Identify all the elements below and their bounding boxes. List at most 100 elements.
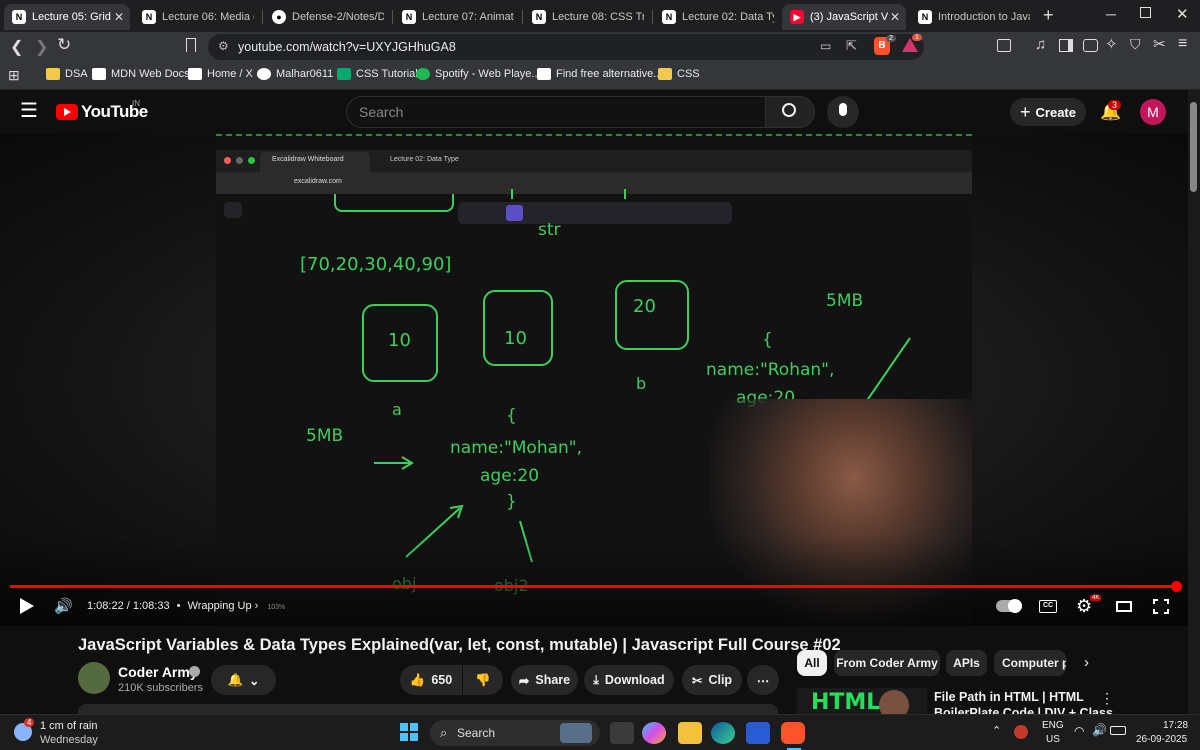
chevron-right-icon[interactable]: › — [1084, 654, 1089, 671]
bookmark-x[interactable]: Home / X — [188, 68, 253, 80]
tab-github[interactable]: ● Defense-2/Notes/Day — [264, 4, 390, 30]
close-icon[interactable]: ✕ — [890, 10, 900, 24]
wifi-icon[interactable]: ◠ — [1074, 724, 1084, 738]
bookmark-dsa[interactable]: DSA — [46, 68, 88, 80]
store-icon[interactable] — [746, 722, 770, 744]
bookmark-github[interactable]: Malhar0611 — [257, 68, 333, 80]
theater-mode-icon[interactable] — [1116, 601, 1132, 612]
close-icon[interactable]: ✕ — [114, 10, 124, 24]
channel-avatar[interactable] — [78, 662, 110, 694]
clip-button[interactable]: ✂ Clip — [682, 665, 742, 695]
progress-bar[interactable] — [10, 585, 1176, 588]
account-avatar[interactable]: M — [1140, 99, 1166, 125]
screenshot-icon[interactable] — [997, 39, 1011, 52]
battery-icon[interactable] — [1110, 726, 1126, 735]
tab-lecture-02[interactable]: N Lecture 02: Data Type — [654, 4, 780, 30]
bookmark-icon[interactable] — [186, 38, 196, 52]
menu-icon[interactable]: ≡ — [1178, 35, 1187, 53]
like-button[interactable]: 👍 650 — [400, 665, 462, 695]
more-actions-button[interactable]: ⋯ — [747, 665, 779, 695]
page-scrollbar[interactable] — [1188, 90, 1200, 714]
bookmark-find-free[interactable]: Find free alternative... — [537, 68, 662, 80]
play-icon[interactable] — [20, 598, 34, 614]
tab-lecture-07[interactable]: N Lecture 07: Animation — [394, 4, 520, 30]
edge-icon[interactable] — [711, 722, 735, 744]
fullscreen-icon[interactable] — [1152, 598, 1170, 615]
search-icon — [782, 103, 796, 117]
file-explorer-icon[interactable] — [678, 722, 702, 744]
clock-time[interactable]: 17:28 — [1163, 720, 1188, 731]
bookmark-spotify[interactable]: Spotify - Web Playe... — [416, 68, 541, 80]
autoplay-toggle[interactable] — [996, 599, 1022, 613]
progress-scrubber[interactable] — [1171, 581, 1182, 592]
chip-computer-programming[interactable]: Computer pro — [994, 650, 1066, 676]
tab-divider — [392, 10, 393, 24]
windows-start-icon[interactable] — [400, 723, 418, 741]
create-button[interactable]: + Create — [1010, 98, 1086, 126]
recommended-thumbnail[interactable]: HTML — [797, 688, 927, 714]
forward-icon[interactable]: ❯ — [35, 37, 48, 57]
voice-search-button[interactable] — [827, 96, 859, 128]
maximize-icon[interactable] — [1140, 7, 1151, 18]
chevron-up-icon[interactable]: ⌃ — [992, 724, 1001, 737]
volume-icon[interactable]: 🔊 — [54, 597, 73, 615]
tab-lecture-08[interactable]: N Lecture 08: CSS Transi — [524, 4, 650, 30]
bookmark-css-tutorial[interactable]: CSS Tutorial — [337, 68, 418, 80]
address-bar[interactable]: ⚙ youtube.com/watch?v=UXYJGHhuGA8 ▭ ⇱ B … — [208, 34, 924, 60]
video-player[interactable]: Excalidraw Whiteboard Lecture 02: Data T… — [0, 134, 1188, 626]
channel-name[interactable]: Coder Army — [118, 664, 198, 680]
music-icon[interactable]: ♫ — [1035, 36, 1046, 53]
captions-icon[interactable]: CC — [1039, 600, 1057, 613]
copilot-icon[interactable] — [642, 722, 666, 744]
url-text: youtube.com/watch?v=UXYJGHhuGA8 — [238, 40, 456, 54]
chevron-right-icon: › — [254, 600, 259, 612]
more-vertical-icon[interactable]: ⋮ — [1100, 690, 1114, 707]
dislike-button[interactable]: 👎 — [463, 665, 503, 695]
chip-from-coder-army[interactable]: From Coder Army — [834, 650, 940, 676]
subscriber-count: 210K subscribers — [118, 682, 203, 694]
extensions-icon[interactable]: ✂ — [1153, 35, 1166, 53]
tab-introduction[interactable]: N Introduction to Javasc — [910, 4, 1034, 30]
cast-icon[interactable]: ▭ — [820, 39, 831, 53]
tab-lecture-06[interactable]: N Lecture 06: Media que — [134, 4, 260, 30]
download-button[interactable]: ⤓ Download — [584, 665, 674, 695]
recommended-title-line2[interactable]: BoilerPlate Code | DIV + Class — [934, 706, 1113, 714]
youtube-logo-icon[interactable] — [56, 104, 78, 120]
vpn-icon[interactable]: ⛉ — [1130, 36, 1141, 53]
search-button[interactable] — [765, 96, 815, 128]
scrollbar-thumb[interactable] — [1190, 102, 1197, 192]
back-icon[interactable]: ❮ — [10, 37, 23, 57]
share-icon[interactable]: ⇱ — [846, 38, 857, 54]
spotify-icon — [416, 68, 430, 80]
search-input[interactable]: Search — [346, 96, 766, 128]
tab-lecture-05[interactable]: N Lecture 05: Grid ✕ — [4, 4, 130, 30]
speaker-icon[interactable]: 🔊 — [1092, 723, 1107, 737]
chip-apis[interactable]: APIs — [946, 650, 987, 676]
security-alert-icon[interactable] — [1014, 725, 1028, 739]
bookmark-css[interactable]: CSS — [658, 68, 700, 80]
taskbar-search-box[interactable]: ⌕ Search — [430, 720, 600, 746]
chapter-title[interactable]: Wrapping Up — [188, 600, 252, 612]
wallet-icon[interactable] — [1083, 39, 1098, 52]
site-info-icon[interactable]: ⚙ — [218, 39, 229, 53]
thumbnail-face — [879, 690, 909, 714]
weather-summary[interactable]: 1 cm of rain — [40, 720, 97, 732]
bookmark-mdn[interactable]: MDN Web Docs — [92, 68, 190, 80]
share-button[interactable]: ➦ Share — [511, 665, 578, 695]
description-box[interactable] — [78, 704, 778, 714]
task-view-icon[interactable] — [610, 722, 634, 744]
minimize-icon[interactable]: ─ — [1106, 6, 1116, 22]
apps-grid-icon[interactable]: ⊞ — [8, 67, 20, 84]
reload-icon[interactable]: ↻ — [57, 35, 71, 55]
new-tab-icon[interactable]: + — [1043, 5, 1054, 26]
tab-youtube-active[interactable]: ▶ (3) JavaScript V ✕ — [782, 4, 906, 30]
subscribe-bell-button[interactable]: 🔔 ⌄ — [211, 665, 276, 695]
hamburger-menu-icon[interactable]: ☰ — [20, 101, 38, 121]
sidebar-icon[interactable] — [1059, 39, 1073, 52]
brave-taskbar-icon[interactable] — [781, 722, 805, 744]
leo-ai-icon[interactable]: ✧ — [1105, 35, 1118, 53]
recommended-title[interactable]: File Path in HTML | HTML — [934, 690, 1084, 704]
window-close-icon[interactable]: ✕ — [1176, 5, 1189, 23]
chip-all[interactable]: All — [797, 650, 827, 676]
language-code[interactable]: ENG — [1042, 720, 1064, 731]
